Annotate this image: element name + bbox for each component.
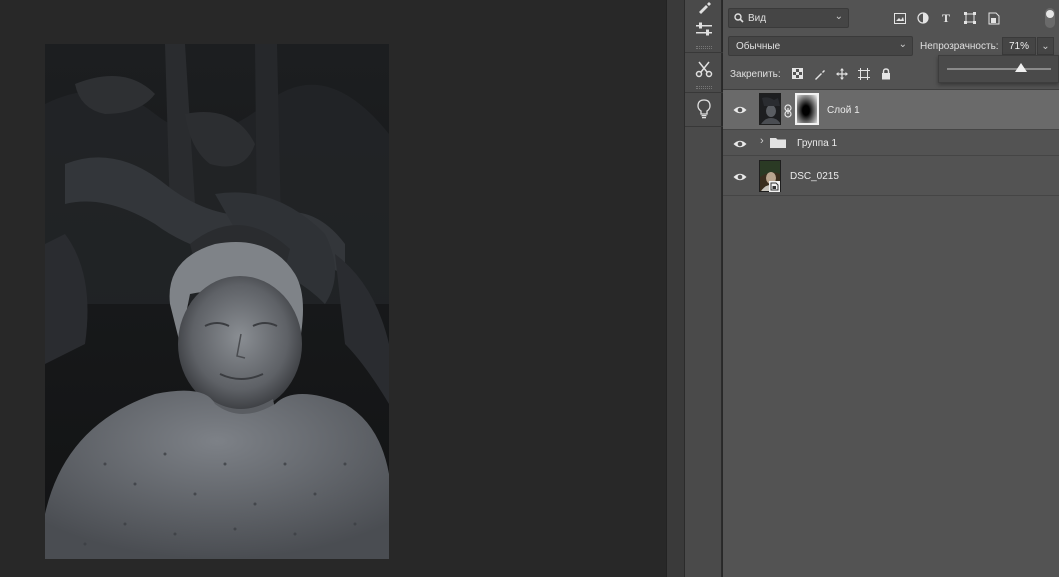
opacity-slider-popup xyxy=(938,55,1059,83)
adjustments-panel-button[interactable] xyxy=(685,14,723,44)
visibility-eye-icon[interactable] xyxy=(733,105,747,115)
panel-grip[interactable] xyxy=(696,46,712,49)
lightbulb-icon xyxy=(697,99,711,119)
layer-row-sloy-1[interactable]: Слой 1 xyxy=(723,90,1059,130)
search-icon xyxy=(734,13,744,23)
smart-object-filter-icon[interactable] xyxy=(987,11,1001,25)
layer-kind-filter-value: Вид xyxy=(748,12,767,24)
layer-kind-filter[interactable]: Вид ⌄ xyxy=(728,8,849,28)
layer-thumbnail[interactable] xyxy=(759,93,781,125)
opacity-input[interactable]: 71% xyxy=(1002,37,1036,55)
chevron-down-icon: ⌄ xyxy=(898,39,907,50)
layer-mask-thumbnail[interactable] xyxy=(795,93,819,125)
opacity-slider-toggle[interactable]: ⌄ xyxy=(1037,37,1054,55)
opacity-label: Непрозрачность: xyxy=(920,41,999,52)
opacity-slider-track[interactable] xyxy=(947,68,1051,70)
layers-panel: Вид ⌄ T Обычные ⌄ Непрозрачность: 71% ⌄ … xyxy=(723,0,1059,577)
layer-name[interactable]: DSC_0215 xyxy=(790,171,839,182)
blend-mode-value: Обычные xyxy=(736,40,781,52)
lock-transparent-pixels-icon[interactable] xyxy=(791,67,804,80)
lock-position-icon[interactable] xyxy=(835,67,848,80)
layer-row-dsc-0215[interactable]: DSC_0215 xyxy=(723,156,1059,196)
portrait-photo[interactable] xyxy=(45,44,389,559)
panel-grip[interactable] xyxy=(696,86,712,89)
filter-toggle[interactable] xyxy=(1045,8,1055,28)
opacity-slider-thumb[interactable] xyxy=(1014,63,1027,72)
lock-artboard-icon[interactable] xyxy=(857,67,870,80)
chevron-down-icon: ⌄ xyxy=(834,11,843,22)
tool-separator xyxy=(685,52,723,53)
type-filter-icon[interactable]: T xyxy=(939,11,953,25)
layer-row-gruppa-1[interactable]: › Группа 1 xyxy=(723,130,1059,156)
brush-tool-icon xyxy=(699,2,711,14)
smart-object-badge-icon xyxy=(769,181,780,192)
lock-all-icon[interactable] xyxy=(879,67,892,80)
chevron-right-icon[interactable]: › xyxy=(760,135,764,147)
scissors-tools-button[interactable] xyxy=(685,54,723,84)
blend-mode-select[interactable]: Обычные ⌄ xyxy=(728,36,913,56)
scissors-tools-icon xyxy=(695,61,713,78)
photo-image xyxy=(45,44,389,559)
tool-separator xyxy=(685,92,723,93)
document-canvas[interactable] xyxy=(0,0,666,577)
adjustments-icon xyxy=(696,22,712,36)
visibility-eye-icon[interactable] xyxy=(733,172,747,182)
lock-image-pixels-icon[interactable] xyxy=(813,67,826,80)
mask-link-icon[interactable] xyxy=(783,104,793,118)
adjustment-filter-icon[interactable] xyxy=(916,11,930,25)
layer-name[interactable]: Группа 1 xyxy=(797,138,837,149)
visibility-eye-icon[interactable] xyxy=(733,139,747,149)
collapsed-panels-strip xyxy=(684,0,723,577)
lock-label: Закрепить: xyxy=(730,69,781,80)
layer-name[interactable]: Слой 1 xyxy=(827,105,860,116)
panel-gutter xyxy=(666,0,684,577)
lightbulb-panel-button[interactable] xyxy=(685,94,723,124)
tool-separator xyxy=(685,126,723,127)
image-filter-icon[interactable] xyxy=(893,11,907,25)
chevron-down-icon: ⌄ xyxy=(1041,40,1050,52)
folder-icon xyxy=(770,138,786,148)
shape-filter-icon[interactable] xyxy=(963,11,977,25)
